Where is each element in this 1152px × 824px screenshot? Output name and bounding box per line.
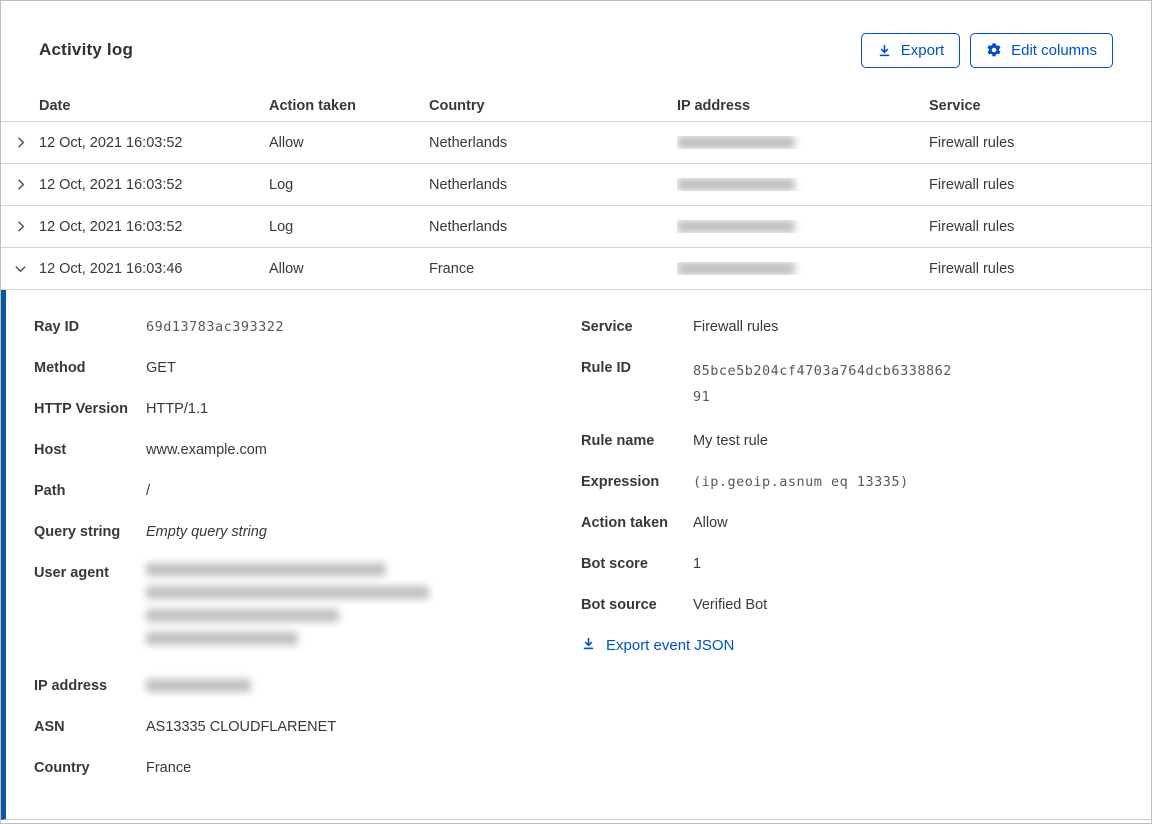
detail-field-asn: ASN AS13335 CLOUDFLARENET <box>34 719 337 735</box>
expand-row-button[interactable] <box>1 135 39 150</box>
detail-field-query-string: Query string Empty query string <box>34 524 267 540</box>
event-detail-panel: Ray ID 69d13783ac393322 Method GET HTTP … <box>1 290 1151 820</box>
rule-name-value: My test rule <box>693 433 768 449</box>
redacted-user-agent-value <box>146 563 429 655</box>
action-taken-value: Allow <box>693 515 728 531</box>
cell-service: Firewall rules <box>929 218 1015 235</box>
detail-field-action-taken: Action taken Allow <box>581 515 728 531</box>
table-row-expanded[interactable]: 12 Oct, 2021 16:03:46 Allow France Firew… <box>1 248 1151 290</box>
page-title: Activity log <box>39 40 134 59</box>
activity-log-table: Date Action taken Country IP address Ser… <box>1 91 1151 290</box>
table-header-row: Date Action taken Country IP address Ser… <box>1 91 1151 122</box>
detail-field-path: Path / <box>34 483 151 499</box>
detail-field-rule-name: Rule name My test rule <box>581 433 768 449</box>
cell-country: Netherlands <box>429 218 508 235</box>
collapse-row-button[interactable] <box>1 261 39 276</box>
query-string-value: Empty query string <box>146 524 267 540</box>
bot-source-value: Verified Bot <box>693 597 768 613</box>
detail-field-ip-address: IP address <box>34 676 581 696</box>
export-button[interactable]: Export <box>860 32 961 68</box>
detail-field-service: Service Firewall rules <box>581 319 779 335</box>
cell-country: Netherlands <box>429 176 508 193</box>
asn-value: AS13335 CLOUDFLARENET <box>146 719 337 735</box>
cell-action: Allow <box>269 260 304 277</box>
detail-field-rule-id: Rule ID 85bce5b204cf4703a764dcb633886291 <box>581 358 1151 410</box>
rule-id-value: 85bce5b204cf4703a764dcb633886291 <box>693 363 952 405</box>
redacted-ip-value <box>146 679 251 692</box>
topbar: Activity log Export Edit columns <box>1 1 1151 71</box>
toolbar: Export Edit columns <box>860 32 1113 68</box>
edit-columns-button[interactable]: Edit columns <box>970 32 1113 68</box>
cell-date: 12 Oct, 2021 16:03:52 <box>39 134 183 151</box>
redacted-ip-value <box>677 220 795 233</box>
cell-action: Log <box>269 218 294 235</box>
cell-action: Allow <box>269 134 304 151</box>
method-value: GET <box>146 360 176 376</box>
detail-field-expression: Expression (ip.geoip.asnum eq 13335) <box>581 474 909 490</box>
column-header-service: Service <box>929 98 981 114</box>
detail-field-country: Country France <box>34 760 192 776</box>
redacted-ip-value <box>677 178 795 191</box>
expression-value: (ip.geoip.asnum eq 13335) <box>693 474 909 490</box>
cell-service: Firewall rules <box>929 134 1015 151</box>
detail-field-method: Method GET <box>34 360 176 376</box>
detail-field-http-version: HTTP Version HTTP/1.1 <box>34 401 209 417</box>
host-value: www.example.com <box>146 442 267 458</box>
column-header-action: Action taken <box>269 98 357 114</box>
column-header-ip: IP address <box>677 98 751 114</box>
redacted-ip-value <box>677 136 795 149</box>
table-row[interactable]: 12 Oct, 2021 16:03:52 Log Netherlands Fi… <box>1 206 1151 248</box>
http-version-value: HTTP/1.1 <box>146 401 209 417</box>
cell-date: 12 Oct, 2021 16:03:52 <box>39 218 183 235</box>
detail-field-host: Host www.example.com <box>34 442 267 458</box>
cell-country: France <box>429 260 475 277</box>
chevron-right-icon <box>13 177 28 192</box>
country-value: France <box>146 760 192 776</box>
ray-id-value: 69d13783ac393322 <box>146 319 285 335</box>
detail-field-bot-score: Bot score 1 <box>581 556 702 572</box>
cell-action: Log <box>269 176 294 193</box>
expand-row-button[interactable] <box>1 177 39 192</box>
table-row[interactable]: 12 Oct, 2021 16:03:52 Allow Netherlands … <box>1 122 1151 164</box>
cell-service: Firewall rules <box>929 176 1015 193</box>
cell-date: 12 Oct, 2021 16:03:52 <box>39 176 183 193</box>
detail-field-user-agent: User agent <box>34 563 581 655</box>
export-event-json-link[interactable]: Export event JSON <box>581 636 734 655</box>
path-value: / <box>146 483 151 499</box>
cell-service: Firewall rules <box>929 260 1015 277</box>
detail-field-bot-source: Bot source Verified Bot <box>581 597 768 613</box>
redacted-ip-value <box>677 262 795 275</box>
cell-date: 12 Oct, 2021 16:03:46 <box>39 260 183 277</box>
gear-icon <box>986 42 1002 58</box>
detail-field-ray-id: Ray ID 69d13783ac393322 <box>34 319 285 335</box>
activity-log-panel: Activity log Export Edit columns Date Ac… <box>0 0 1152 824</box>
bot-score-value: 1 <box>693 556 702 572</box>
detail-left-column: Ray ID 69d13783ac393322 Method GET HTTP … <box>34 317 581 819</box>
chevron-right-icon <box>13 219 28 234</box>
download-icon <box>877 43 892 58</box>
column-header-country: Country <box>429 98 485 114</box>
table-row[interactable]: 12 Oct, 2021 16:03:52 Log Netherlands Fi… <box>1 164 1151 206</box>
cell-country: Netherlands <box>429 134 508 151</box>
expand-row-button[interactable] <box>1 219 39 234</box>
service-value: Firewall rules <box>693 319 779 335</box>
download-icon <box>581 636 596 655</box>
column-header-date: Date <box>39 98 71 114</box>
detail-right-column: Service Firewall rules Rule ID 85bce5b20… <box>581 317 1151 819</box>
chevron-right-icon <box>13 135 28 150</box>
chevron-down-icon <box>13 261 28 276</box>
